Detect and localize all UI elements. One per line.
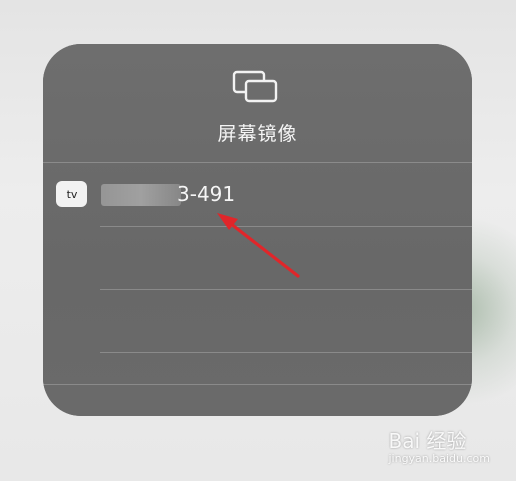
device-name-text: 3-491 [177, 182, 236, 206]
baidu-jingyan-watermark: Bai 经验 jingyan.baidu.com [388, 425, 490, 465]
redacted-name-blur [101, 184, 181, 206]
divider [100, 352, 472, 353]
apple-tv-icon-label: tv [66, 187, 78, 201]
divider [100, 289, 472, 290]
device-row-apple-tv[interactable]: tv 3-491 [43, 164, 472, 224]
divider [100, 226, 472, 227]
divider [43, 162, 472, 163]
panel-title: 屏幕镜像 [217, 123, 298, 145]
watermark-text: Bai 经验 [388, 429, 467, 453]
watermark-sub: jingyan.baidu.com [388, 452, 490, 465]
divider [43, 384, 472, 385]
screen-mirroring-icon [232, 70, 278, 103]
screen-mirroring-panel: 屏幕镜像 tv 3-491 [43, 44, 472, 416]
apple-tv-icon: tv [56, 181, 87, 207]
device-name: 3-491 [101, 182, 301, 208]
